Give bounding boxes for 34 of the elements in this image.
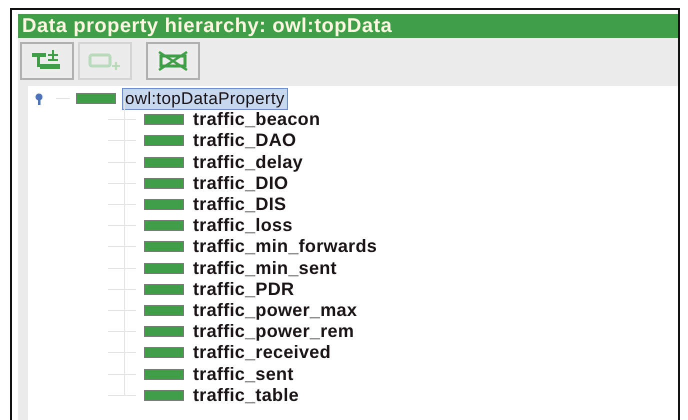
property-icon bbox=[144, 156, 184, 168]
delete-icon bbox=[156, 50, 190, 72]
property-icon bbox=[144, 199, 184, 210]
tree-item[interactable]: traffic_loss bbox=[190, 214, 296, 238]
tree-item[interactable]: traffic_received bbox=[190, 341, 334, 364]
property-icon bbox=[76, 93, 116, 104]
tree-item[interactable]: traffic_DIS bbox=[190, 193, 290, 216]
property-icon bbox=[144, 262, 184, 274]
property-icon bbox=[144, 284, 184, 295]
property-icon bbox=[144, 135, 184, 146]
property-icon bbox=[144, 326, 184, 338]
property-icon bbox=[144, 241, 184, 252]
tree-item[interactable]: traffic_PDR bbox=[190, 278, 298, 301]
add-sub-button[interactable] bbox=[20, 42, 74, 80]
tree-item[interactable]: owl:topDataProperty bbox=[122, 88, 288, 110]
property-icon bbox=[144, 178, 184, 189]
property-icon bbox=[144, 368, 184, 380]
tree-item[interactable]: traffic_power_max bbox=[190, 298, 360, 322]
tree-item[interactable]: traffic_min_sent bbox=[190, 256, 340, 280]
tree-item[interactable]: traffic_sent bbox=[190, 362, 297, 386]
tree-item[interactable]: traffic_DAO bbox=[190, 129, 300, 152]
tree-item[interactable]: traffic_min_forwards bbox=[190, 235, 380, 258]
tree-item[interactable]: traffic_power_rem bbox=[190, 320, 358, 344]
property-icon bbox=[144, 220, 184, 232]
property-icon bbox=[144, 114, 184, 126]
delete-button[interactable] bbox=[146, 42, 200, 80]
tree-item[interactable]: traffic_delay bbox=[190, 150, 306, 174]
tree-item[interactable]: traffic_DIO bbox=[190, 172, 292, 195]
panel-title: Data property hierarchy: owl:topData bbox=[18, 14, 678, 38]
tree-item[interactable]: traffic_beacon bbox=[190, 108, 324, 132]
property-icon bbox=[144, 390, 184, 401]
property-icon bbox=[144, 347, 184, 358]
property-icon bbox=[144, 304, 184, 316]
tree-item[interactable]: traffic_table bbox=[190, 384, 302, 407]
